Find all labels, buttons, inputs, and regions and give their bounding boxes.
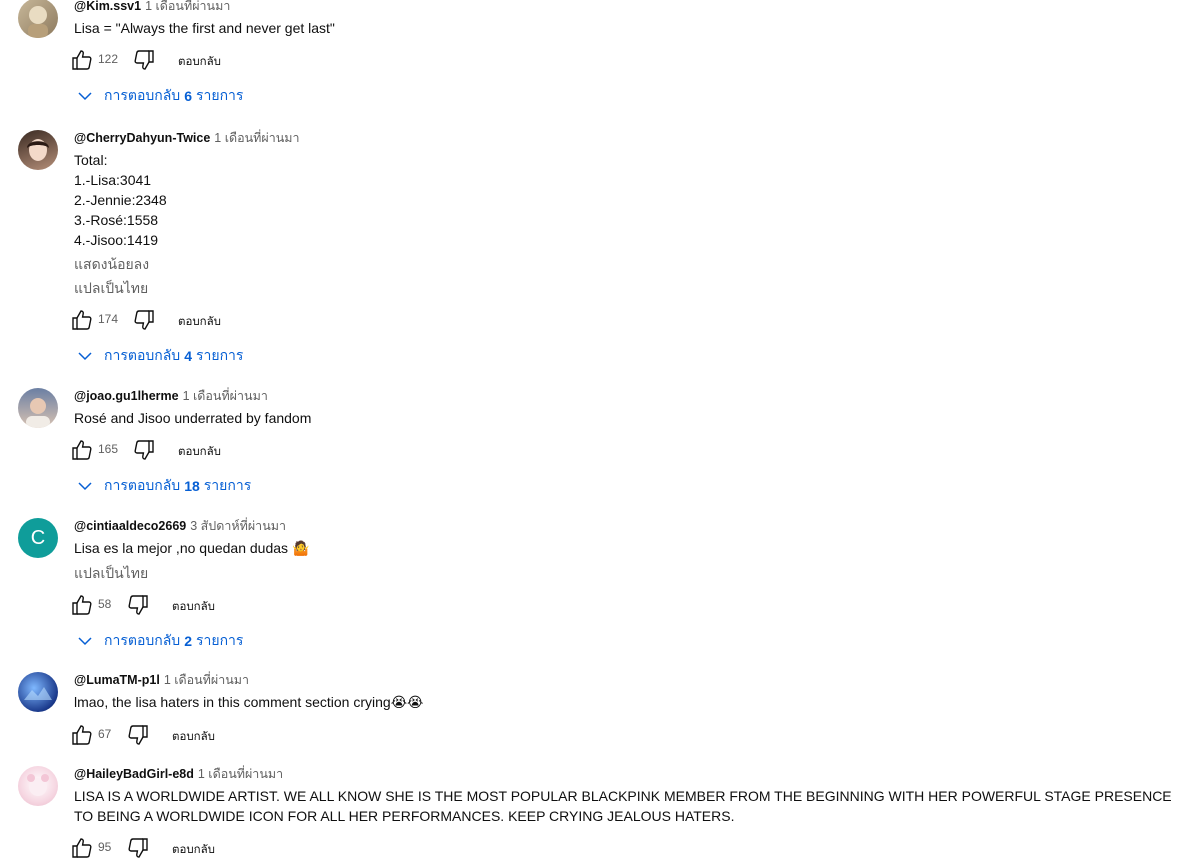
translate-button[interactable]: แปลเป็นไทย (74, 278, 1184, 298)
view-replies-button[interactable]: การตอบกลับ 18 รายการ (78, 476, 1184, 496)
comment-time[interactable]: 3 สัปดาห์ที่ผ่านมา (190, 519, 286, 533)
replies-count: 2 (184, 633, 192, 649)
avatar[interactable] (18, 0, 58, 38)
comment-text: lmao, the lisa haters in this comment se… (74, 692, 1184, 713)
author-name[interactable]: @LumaTM-p1l (74, 673, 160, 687)
view-replies-button[interactable]: การตอบกลับ 6 รายการ (78, 86, 1184, 106)
replies-prefix: การตอบกลับ (104, 632, 181, 648)
comment-actions: 174 ตอบกลับ (72, 308, 1184, 332)
author-name[interactable]: @Kim.ssv1 (74, 0, 141, 13)
replies-count: 18 (184, 478, 200, 494)
avatar[interactable]: C (18, 518, 58, 558)
like-count: 95 (98, 840, 112, 854)
comment-header: @Kim.ssv1 1 เดือนที่ผ่านมา (74, 0, 1184, 14)
like-count: 165 (98, 442, 119, 456)
comment-time[interactable]: 1 เดือนที่ผ่านมา (198, 767, 283, 781)
replies-prefix: การตอบกลับ (104, 347, 181, 363)
crying-emoji: 😭😭 (390, 695, 424, 711)
author-name[interactable]: @HaileyBadGirl-e8d (74, 767, 194, 781)
comment-text: Rosé and Jisoo underrated by fandom (74, 408, 1184, 428)
comment-header: @cintiaaldeco2669 3 สัปดาห์ที่ผ่านมา (74, 518, 1184, 534)
comment-line: 2.-Jennie:2348 (74, 192, 167, 208)
comment-time[interactable]: 1 เดือนที่ผ่านมา (145, 0, 230, 13)
avatar[interactable] (18, 672, 58, 712)
author-name[interactable]: @CherryDahyun-Twice (74, 131, 210, 145)
comment-text: Lisa es la mejor ,no quedan dudas 🤷 (74, 538, 1184, 559)
comment-line: Rosé and Jisoo underrated by fandom (74, 410, 312, 426)
like-count: 67 (98, 727, 112, 741)
comment-time[interactable]: 1 เดือนที่ผ่านมา (214, 131, 299, 145)
reply-button[interactable]: ตอบกลับ (178, 53, 221, 71)
reply-button[interactable]: ตอบกลับ (178, 313, 221, 331)
avatar[interactable] (18, 130, 58, 170)
like-icon[interactable] (70, 438, 94, 462)
comment-line: Lisa es la mejor ,no quedan dudas 🤷 (74, 540, 310, 557)
dislike-icon[interactable] (132, 48, 156, 72)
comment-line: 1.-Lisa:3041 (74, 172, 152, 188)
comment-actions: 58 ตอบกลับ (72, 593, 1184, 617)
comment-line: LISA IS A WORLDWIDE ARTIST. WE ALL KNOW … (74, 788, 1172, 824)
comment-header: @LumaTM-p1l 1 เดือนที่ผ่านมา (74, 672, 1184, 688)
replies-prefix: การตอบกลับ (104, 87, 181, 103)
author-name[interactable]: @joao.gu1lherme (74, 389, 179, 403)
author-name[interactable]: @cintiaaldeco2669 (74, 519, 186, 533)
dislike-icon[interactable] (132, 308, 156, 332)
view-replies-button[interactable]: การตอบกลับ 4 รายการ (78, 346, 1184, 366)
replies-prefix: การตอบกลับ (104, 477, 181, 493)
like-icon[interactable] (70, 48, 94, 72)
reply-button[interactable]: ตอบกลับ (178, 443, 221, 461)
comment-line: lmao, the lisa haters in this comment se… (74, 694, 424, 711)
comment-line: 3.-Rosé:1558 (74, 212, 159, 228)
comment-actions: 67 ตอบกลับ (72, 723, 1184, 747)
comment-line: Lisa = "Always the first and never get l… (74, 20, 335, 36)
show-less-button[interactable]: แสดงน้อยลง (74, 254, 1184, 274)
chevron-down-icon (78, 637, 92, 646)
replies-suffix: รายการ (203, 477, 252, 493)
like-count: 122 (98, 52, 119, 66)
like-icon[interactable] (70, 836, 94, 860)
dislike-icon[interactable] (126, 593, 150, 617)
avatar-letter: C (30, 526, 46, 549)
like-icon[interactable] (70, 723, 94, 747)
comment-text: LISA IS A WORLDWIDE ARTIST. WE ALL KNOW … (74, 786, 1184, 826)
translate-button[interactable]: แปลเป็นไทย (74, 563, 1184, 583)
dislike-icon[interactable] (132, 438, 156, 462)
comment-line: 4.-Jisoo:1419 (74, 232, 159, 248)
like-icon[interactable] (70, 593, 94, 617)
dislike-icon[interactable] (126, 836, 150, 860)
comment-text: Total: 1.-Lisa:3041 2.-Jennie:2348 3.-Ro… (74, 150, 1184, 250)
like-count: 58 (98, 597, 112, 611)
comment-actions: 122 ตอบกลับ (72, 48, 1184, 72)
comment-header: @HaileyBadGirl-e8d 1 เดือนที่ผ่านมา (74, 766, 1184, 782)
reply-button[interactable]: ตอบกลับ (172, 728, 215, 746)
replies-suffix: รายการ (195, 632, 244, 648)
comment-time[interactable]: 1 เดือนที่ผ่านมา (183, 389, 268, 403)
reply-button[interactable]: ตอบกลับ (172, 598, 215, 616)
like-count: 174 (98, 312, 119, 326)
replies-suffix: รายการ (195, 347, 244, 363)
chevron-down-icon (78, 482, 92, 491)
comment-header: @CherryDahyun-Twice 1 เดือนที่ผ่านมา (74, 130, 1184, 146)
comment-header: @joao.gu1lherme 1 เดือนที่ผ่านมา (74, 388, 1184, 404)
chevron-down-icon (78, 92, 92, 101)
like-icon[interactable] (70, 308, 94, 332)
replies-count: 4 (184, 348, 192, 364)
dislike-icon[interactable] (126, 723, 150, 747)
comment-text: Lisa = "Always the first and never get l… (74, 18, 1184, 38)
reply-button[interactable]: ตอบกลับ (172, 841, 215, 859)
comment-actions: 165 ตอบกลับ (72, 438, 1184, 462)
comment-actions: 95 ตอบกลับ (72, 836, 1184, 860)
replies-count: 6 (184, 88, 192, 104)
comment-time[interactable]: 1 เดือนที่ผ่านมา (164, 673, 249, 687)
view-replies-button[interactable]: การตอบกลับ 2 รายการ (78, 631, 1184, 651)
shrug-emoji: 🤷 (291, 541, 310, 557)
comment-line: Total: (74, 152, 108, 168)
avatar[interactable] (18, 766, 58, 806)
replies-suffix: รายการ (195, 87, 244, 103)
avatar[interactable] (18, 388, 58, 428)
chevron-down-icon (78, 352, 92, 361)
